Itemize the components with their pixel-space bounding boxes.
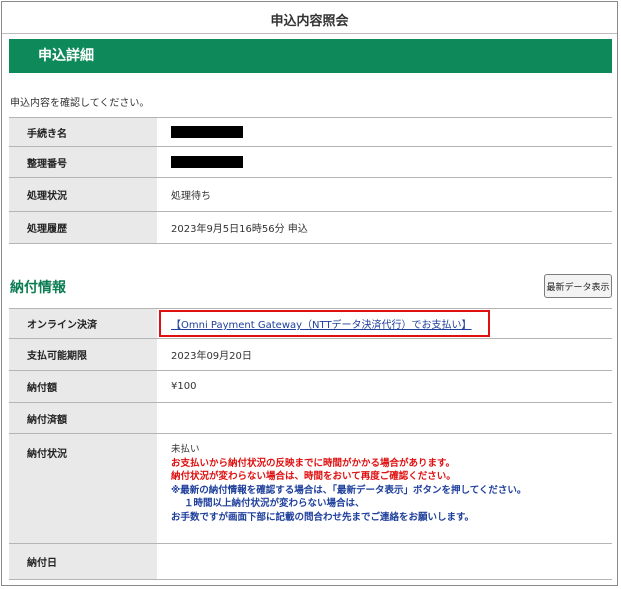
amount-label: 納付額 bbox=[9, 370, 157, 403]
detail-section-header: 申込詳細 bbox=[9, 39, 612, 73]
status-note: 納付状況が変わらない場合は、時間をおいて再度ご確認ください。 bbox=[171, 471, 456, 482]
instruction-text: 申込内容を確認してください。 bbox=[10, 98, 150, 109]
procedure-name-value bbox=[157, 118, 612, 147]
procedure-name-label: 手続き名 bbox=[9, 117, 157, 147]
table-row: 納付済額 bbox=[9, 402, 612, 434]
payment-date-label: 納付日 bbox=[9, 543, 157, 580]
paid-amount-label: 納付済額 bbox=[9, 402, 157, 434]
status-note: １時間以上納付状況が変わらない場合は、 bbox=[184, 498, 365, 509]
page-title: 申込内容照会 bbox=[270, 14, 349, 29]
table-row: オンライン決済 【Omni Payment Gateway（NTTデータ決済代行… bbox=[9, 308, 612, 339]
table-row: 納付状況 未払い お支払いから納付状況の反映までに時間がかかる場合があります。 … bbox=[9, 433, 612, 544]
table-row: 納付額 ¥100 bbox=[9, 370, 612, 403]
payment-status-label: 納付状況 bbox=[9, 433, 157, 544]
table-row: 処理状況 処理待ち bbox=[9, 177, 612, 212]
refresh-data-button[interactable]: 最新データ表示 bbox=[544, 274, 612, 298]
table-row: 手続き名 bbox=[9, 117, 612, 147]
payment-status-text: 未払い bbox=[171, 444, 200, 455]
status-note: お支払いから納付状況の反映までに時間がかかる場合があります。 bbox=[171, 457, 456, 469]
detail-table: 手続き名 整理番号 処理状況 処理待ち 処理履歴 2023年9月5日16時56分… bbox=[9, 117, 612, 244]
deadline-value: 2023年09月20日 bbox=[171, 351, 252, 362]
deadline-label: 支払可能期限 bbox=[9, 338, 157, 371]
processing-status-value: 処理待ち bbox=[171, 191, 211, 202]
payment-link-highlight: 【Omni Payment Gateway（NTTデータ決済代行）でお支払い】 bbox=[159, 310, 490, 337]
table-row: 支払可能期限 2023年09月20日 bbox=[9, 338, 612, 371]
processing-status-label: 処理状況 bbox=[9, 177, 157, 212]
status-note: ※最新の納付情報を確認する場合は、「最新データ表示」ボタンを押してください。 bbox=[171, 484, 527, 496]
redacted-block bbox=[171, 156, 243, 168]
reference-number-label: 整理番号 bbox=[9, 146, 157, 178]
online-payment-link[interactable]: 【Omni Payment Gateway（NTTデータ決済代行）でお支払い】 bbox=[171, 320, 472, 331]
online-payment-label: オンライン決済 bbox=[9, 308, 157, 339]
payment-date-value bbox=[157, 544, 612, 580]
title-divider bbox=[2, 33, 617, 34]
payment-status-value: 未払い お支払いから納付状況の反映までに時間がかかる場合があります。 納付状況が… bbox=[157, 434, 612, 544]
status-note: お手数ですが画面下部に記載の問合わせ先までご連絡をお願いします。 bbox=[171, 511, 475, 523]
table-row: 整理番号 bbox=[9, 146, 612, 178]
online-payment-value: 【Omni Payment Gateway（NTTデータ決済代行）でお支払い】 bbox=[157, 309, 612, 339]
page-frame: 申込内容照会 申込詳細 申込内容を確認してください。 手続き名 整理番号 処理状… bbox=[1, 1, 618, 586]
processing-history-value: 2023年9月5日16時56分 申込 bbox=[171, 224, 308, 235]
table-row: 納付日 bbox=[9, 543, 612, 580]
paid-amount-value bbox=[157, 403, 612, 434]
reference-number-value bbox=[157, 147, 612, 178]
payment-section-title: 納付情報 bbox=[10, 280, 66, 296]
payment-table: オンライン決済 【Omni Payment Gateway（NTTデータ決済代行… bbox=[9, 308, 612, 580]
amount-value: ¥100 bbox=[171, 381, 197, 392]
processing-history-label: 処理履歴 bbox=[9, 211, 157, 244]
table-row: 処理履歴 2023年9月5日16時56分 申込 bbox=[9, 211, 612, 244]
redacted-block bbox=[171, 126, 243, 138]
